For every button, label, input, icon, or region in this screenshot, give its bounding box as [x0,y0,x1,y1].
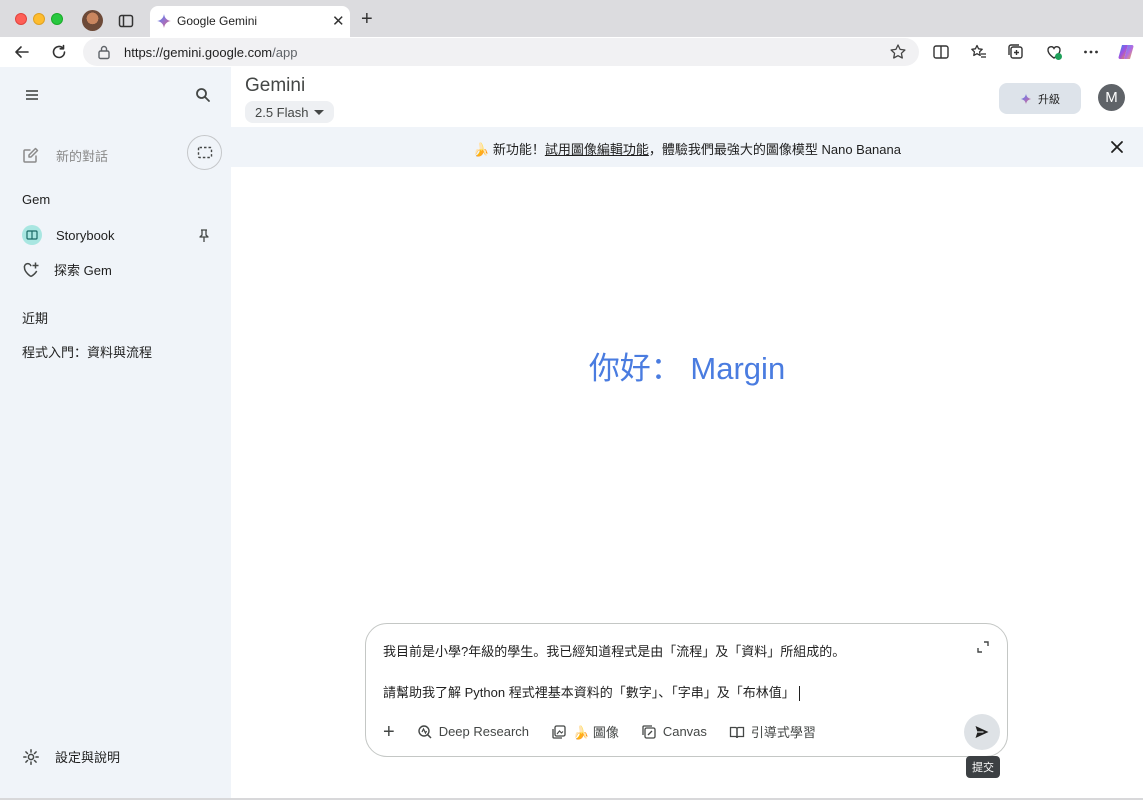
back-arrow-icon[interactable] [13,43,31,61]
reload-icon[interactable] [50,43,68,61]
main-content: Gemini 2.5 Flash 升級 M 🍌 新功能！試用圖像編輯功能，體驗我… [231,67,1143,798]
tool-label: Canvas [662,724,707,739]
app-title: Gemini [245,75,306,96]
gemini-sparkle-icon [157,14,171,28]
tool-image[interactable]: 🍌 圖像 [551,722,619,741]
settings-and-help-button[interactable]: 設定與說明 [22,747,120,766]
collections-icon[interactable] [1007,43,1025,61]
url-host: https://gemini.google.com [124,45,273,60]
tool-label: Deep Research [438,724,530,739]
url-path: /app [272,45,298,60]
minimize-window-button[interactable] [33,13,45,25]
url-text[interactable]: https://gemini.google.com/app [124,45,297,60]
add-attachment-button[interactable]: + [383,722,395,742]
new-tab-button[interactable]: + [361,9,373,29]
deep-research-icon [417,724,432,739]
send-arrow-icon [975,726,989,738]
tool-guided-learning[interactable]: 引導式學習 [729,722,816,741]
expand-icon[interactable] [977,641,989,653]
lock-icon[interactable] [97,44,111,60]
temporary-chat-button[interactable] [187,135,222,170]
banner-link[interactable]: 試用圖像編輯功能 [545,142,649,157]
chevron-down-icon [314,109,325,115]
sidebar-item-explore-gem[interactable]: 探索 Gem [22,260,112,279]
browser-toolbar: https://gemini.google.com/app [0,37,1143,67]
pin-icon[interactable] [198,229,210,243]
prompt-text-line[interactable]: 我目前是小學?年級的學生。我已經知道程式是由「流程」及「資料」所組成的。 [383,641,845,660]
send-tooltip: 提交 [966,756,1000,778]
close-window-button[interactable] [15,13,27,25]
gem-section-heading: Gem [22,192,51,207]
guided-learning-icon [729,726,745,738]
account-avatar[interactable]: M [1098,84,1125,111]
tool-label: 🍌 圖像 [573,725,619,740]
browser-titlebar: Google Gemini ✕ + [0,0,1143,37]
tool-canvas[interactable]: Canvas [641,724,707,740]
sidebar-item-label: Storybook [56,227,115,243]
upgrade-label: 升級 [1038,93,1060,106]
browser-essentials-icon[interactable] [1045,43,1063,61]
upgrade-button[interactable]: 升級 [999,83,1081,114]
book-icon [22,225,42,245]
model-label: 2.5 Flash [255,104,309,120]
browser-profile-avatar[interactable] [82,10,103,31]
copilot-icon[interactable] [1117,43,1135,61]
sidebar-item-label: 探索 Gem [54,263,112,278]
banana-emoji: 🍌 [473,142,490,157]
browser-tab[interactable]: Google Gemini ✕ [150,6,350,37]
tool-deep-research[interactable]: Deep Research [417,724,529,740]
recent-section-heading: 近期 [22,311,49,326]
prompt-text-line-2[interactable]: 請幫助我了解 Python 程式裡基本資料的「數字」、「字串」及「布林值」 [383,682,800,702]
split-screen-icon[interactable] [932,43,950,61]
close-icon[interactable] [1110,140,1124,154]
banner-prefix: 新功能！ [492,142,545,157]
banner-text: 🍌 新功能！試用圖像編輯功能，體驗我們最強大的圖像模型 Nano Banana [231,139,1143,158]
model-picker[interactable]: 2.5 Flash [245,101,335,123]
menu-icon[interactable] [22,87,42,103]
gemini-page: 新的對話 Gem Storybook 探索 Gem 近期 程式入門：資料與流程 … [0,67,1143,800]
tool-label: 引導式學習 [750,725,816,740]
favorites-icon[interactable] [970,43,988,61]
settings-label: 設定與說明 [55,750,121,765]
tab-close-icon[interactable]: ✕ [332,12,345,30]
new-chat-label: 新的對話 [56,148,109,164]
prompt-text: 請幫助我了解 Python 程式裡基本資料的「數字」、「字串」及「布林值」 [383,685,795,700]
tab-actions-icon[interactable] [117,12,135,30]
recent-chat-item[interactable]: 程式入門：資料與流程 [22,342,152,361]
address-bar[interactable]: https://gemini.google.com/app [83,38,919,66]
sidebar-item-storybook[interactable]: Storybook [22,225,115,245]
image-icon [552,724,566,739]
text-cursor [798,686,800,702]
feature-banner: 🍌 新功能！試用圖像編輯功能，體驗我們最強大的圖像模型 Nano Banana [231,127,1143,167]
canvas-icon [642,724,656,739]
gem-add-icon [23,262,39,277]
edit-icon [23,147,39,163]
sidebar: 新的對話 Gem Storybook 探索 Gem 近期 程式入門：資料與流程 … [0,67,231,798]
maximize-window-button[interactable] [51,13,63,25]
recent-chat-title: 程式入門：資料與流程 [22,345,153,360]
search-icon[interactable] [193,85,213,105]
temporary-chat-icon [197,146,212,158]
composer-tools: + Deep Research 🍌 圖像 Canvas 引導式學習 [383,722,816,742]
tab-title: Google Gemini [177,14,258,28]
banner-suffix: ，體驗我們最強大的圖像模型 Nano Banana [648,142,901,157]
gear-icon [23,748,39,765]
favorite-star-icon[interactable] [889,43,907,61]
gemini-sparkle-icon [1020,93,1032,104]
new-chat-button[interactable]: 新的對話 [22,144,108,166]
send-button[interactable] [964,714,1000,750]
greeting: 你好： Margin [588,351,786,386]
more-options-icon[interactable] [1082,43,1100,61]
prompt-composer[interactable]: 我目前是小學?年級的學生。我已經知道程式是由「流程」及「資料」所組成的。 請幫助… [365,623,1008,757]
